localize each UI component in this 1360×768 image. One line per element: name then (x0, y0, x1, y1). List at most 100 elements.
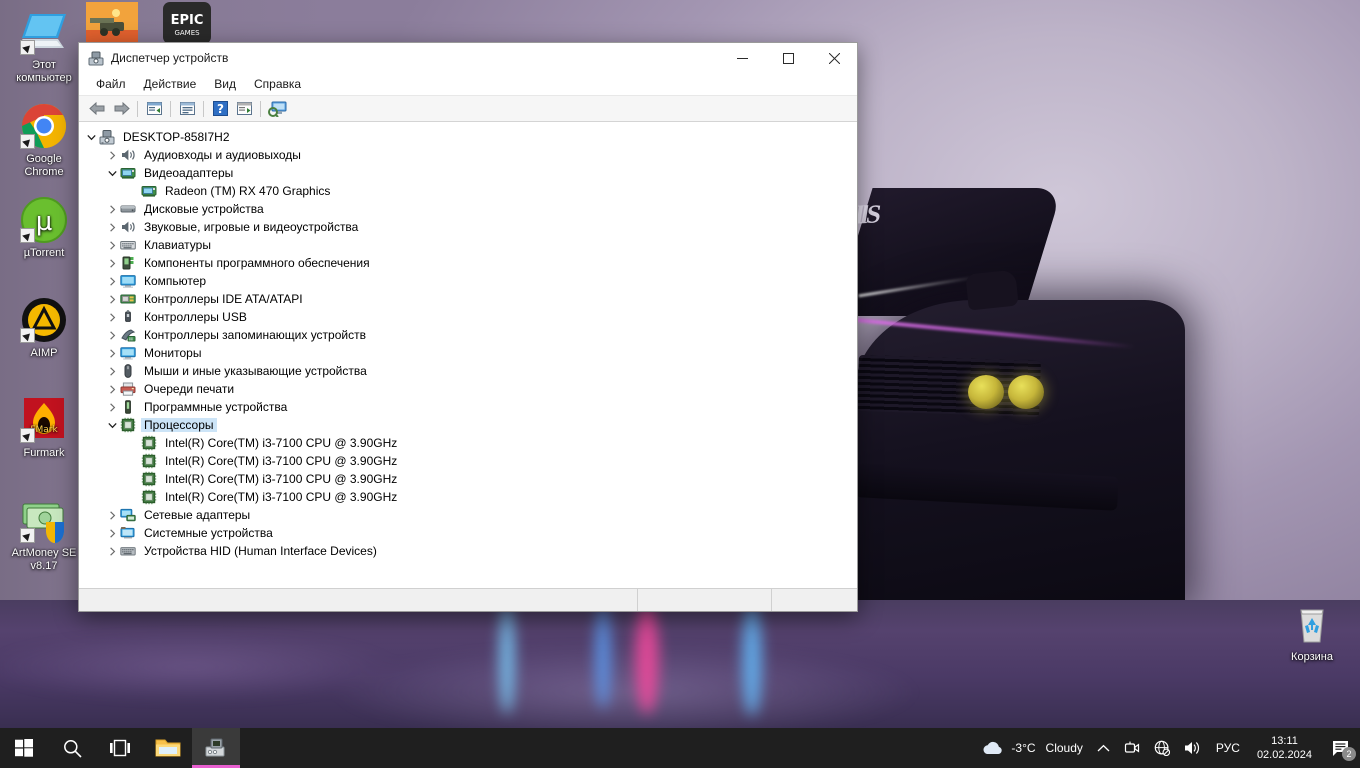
maximize-button[interactable] (765, 43, 811, 73)
network-button[interactable] (1147, 728, 1177, 768)
system-tray[interactable]: -3°C Cloudy РУС 13:11 02.02.2024 2 (974, 728, 1360, 768)
chevron-right-icon[interactable] (104, 308, 120, 326)
scan-list-icon[interactable] (232, 98, 256, 120)
tree-item[interactable]: Звуковые, игровые и видеоустройства (79, 218, 857, 236)
tree-item[interactable]: Intel(R) Core(TM) i3-7100 CPU @ 3.90GHz (79, 488, 857, 506)
clock[interactable]: 13:11 02.02.2024 (1247, 728, 1322, 768)
shortcut-overlay-icon (20, 328, 35, 343)
list-icon[interactable] (175, 98, 199, 120)
tree-item[interactable]: Intel(R) Core(TM) i3-7100 CPU @ 3.90GHz (79, 470, 857, 488)
tree-item[interactable]: Дисковые устройства (79, 200, 857, 218)
desktop-icon-tank-game[interactable] (86, 2, 138, 42)
tree-item[interactable]: Мониторы (79, 344, 857, 362)
chevron-right-icon[interactable] (104, 218, 120, 236)
chevron-right-icon[interactable] (104, 236, 120, 254)
tree-item[interactable]: Процессоры (79, 416, 857, 434)
desktop-icon-recycle-bin[interactable]: Корзина (1274, 600, 1350, 664)
chevron-down-icon[interactable] (83, 128, 99, 146)
desktop-icon-artmoney[interactable]: ArtMoney SE v8.17 (6, 496, 82, 573)
forward-arrow-icon[interactable] (109, 98, 133, 120)
tree-item[interactable]: Компьютер (79, 272, 857, 290)
search-button[interactable] (48, 728, 96, 768)
desktop-icon-epic-games[interactable]: EPIC GAMES (163, 2, 211, 42)
tree-item[interactable]: Клавиатуры (79, 236, 857, 254)
device-tree[interactable]: DESKTOP-858I7H2 Аудиовходы и аудиовыходы В… (79, 122, 857, 588)
properties-icon[interactable] (142, 98, 166, 120)
menu-file[interactable]: Файл (87, 75, 135, 93)
speaker-icon (1184, 742, 1199, 754)
chevron-right-icon[interactable] (104, 542, 120, 560)
back-arrow-icon[interactable] (85, 98, 109, 120)
chevron-down-icon[interactable] (104, 164, 120, 182)
chevron-right-icon[interactable] (104, 524, 120, 542)
desktop-icon-label: µTorrent (23, 247, 65, 259)
tree-item[interactable]: Программные устройства (79, 398, 857, 416)
desktop-icon-this-computer[interactable]: Этот компьютер (6, 8, 82, 85)
volume-button[interactable] (1177, 728, 1209, 768)
task-view-button[interactable] (96, 728, 144, 768)
chevron-right-icon[interactable] (104, 326, 120, 344)
desktop[interactable]: llS Этот компьютер Google Chrome µ µTorr… (0, 0, 1360, 768)
menu-action[interactable]: Действие (135, 75, 206, 93)
menu-help[interactable]: Справка (245, 75, 310, 93)
tree-item[interactable]: Radeon (TM) RX 470 Graphics (79, 182, 857, 200)
tree-item[interactable]: Intel(R) Core(TM) i3-7100 CPU @ 3.90GHz (79, 452, 857, 470)
chevron-right-icon[interactable] (104, 506, 120, 524)
show-hidden-icons-button[interactable] (1090, 728, 1117, 768)
tree-item-label: Intel(R) Core(TM) i3-7100 CPU @ 3.90GHz (165, 436, 398, 450)
minimize-button[interactable] (719, 43, 765, 73)
help-icon[interactable]: ? (208, 98, 232, 120)
taskbar-app-device-manager[interactable] (192, 728, 240, 768)
chevron-right-icon[interactable] (104, 200, 120, 218)
desktop-icon-utorrent[interactable]: µ µTorrent (6, 196, 82, 260)
desktop-icon-google-chrome[interactable]: Google Chrome (6, 102, 82, 179)
tree-item[interactable]: DESKTOP-858I7H2 (79, 128, 857, 146)
menu-view[interactable]: Вид (205, 75, 245, 93)
software-device-icon (120, 399, 136, 415)
desktop-icon-aimp[interactable]: AIMP (6, 296, 82, 360)
desktop-icon-furmark[interactable]: FMark Furmark (6, 396, 82, 460)
tree-item[interactable]: Видеоадаптеры (79, 164, 857, 182)
chevron-right-icon[interactable] (104, 344, 120, 362)
tree-item[interactable]: Системные устройства (79, 524, 857, 542)
tree-item[interactable]: Компоненты программного обеспечения (79, 254, 857, 272)
tree-item[interactable]: Контроллеры USB (79, 308, 857, 326)
menu-bar[interactable]: Файл Действие Вид Справка (79, 73, 857, 96)
chevron-right-icon[interactable] (104, 362, 120, 380)
chevron-right-icon[interactable] (104, 380, 120, 398)
tree-item-label: Сетевые адаптеры (144, 508, 251, 522)
tree-item[interactable]: Контроллеры запоминающих устройств (79, 326, 857, 344)
chevron-right-icon[interactable] (104, 290, 120, 308)
window-controls[interactable] (719, 43, 857, 73)
svg-text:EPIC: EPIC (171, 13, 204, 28)
chevron-down-icon[interactable] (104, 416, 120, 434)
tree-item[interactable]: Аудиовходы и аудиовыходы (79, 146, 857, 164)
tree-item-label: Radeon (TM) RX 470 Graphics (165, 184, 331, 198)
window-titlebar[interactable]: Диспетчер устройств (79, 43, 857, 73)
weather-widget[interactable]: -3°C Cloudy (974, 728, 1090, 768)
search-icon (63, 739, 82, 758)
tree-item-label: Мыши и иные указывающие устройства (144, 364, 367, 378)
tree-item[interactable]: Сетевые адаптеры (79, 506, 857, 524)
camera-privacy-button[interactable] (1117, 728, 1147, 768)
tree-item[interactable]: Устройства HID (Human Interface Devices) (79, 542, 857, 560)
close-button[interactable] (811, 43, 857, 73)
tree-item[interactable]: Мыши и иные указывающие устройства (79, 362, 857, 380)
language-indicator[interactable]: РУС (1209, 728, 1247, 768)
device-manager-window[interactable]: Диспетчер устройств Файл Действие Вид Сп… (78, 42, 858, 612)
notification-center-button[interactable]: 2 (1322, 728, 1360, 768)
tree-item[interactable]: Контроллеры IDE ATA/ATAPI (79, 290, 857, 308)
taskbar[interactable]: -3°C Cloudy РУС 13:11 02.02.2024 2 (0, 728, 1360, 768)
scan-hardware-icon[interactable] (265, 98, 289, 120)
svg-text:GAMES: GAMES (174, 29, 200, 37)
toolbar[interactable]: ? (79, 96, 857, 122)
chevron-right-icon[interactable] (104, 272, 120, 290)
chevron-right-icon[interactable] (104, 146, 120, 164)
start-button[interactable] (0, 728, 48, 768)
monitor-icon (120, 345, 136, 361)
tree-item[interactable]: Очереди печати (79, 380, 857, 398)
tree-item[interactable]: Intel(R) Core(TM) i3-7100 CPU @ 3.90GHz (79, 434, 857, 452)
chevron-right-icon[interactable] (104, 398, 120, 416)
chevron-right-icon[interactable] (104, 254, 120, 272)
taskbar-app-file-explorer[interactable] (144, 728, 192, 768)
